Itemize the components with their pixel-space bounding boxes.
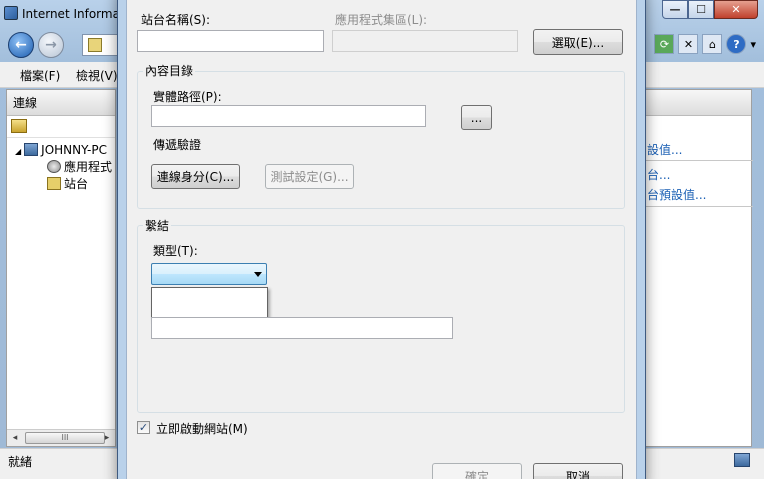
stop-icon[interactable]: ✕ bbox=[678, 34, 699, 54]
action-link-settings[interactable]: 設值... bbox=[647, 141, 682, 158]
app-pool-label: 應用程式集區(L): bbox=[335, 13, 428, 27]
window-title: Internet Informa bbox=[4, 4, 120, 24]
site-name-label: 站台名稱(S): bbox=[141, 13, 211, 27]
site-icon bbox=[88, 38, 102, 52]
menu-view[interactable]: 檢視(V) bbox=[76, 67, 118, 84]
tree-node-sites[interactable]: 站台 bbox=[7, 176, 115, 193]
home-icon[interactable]: ⌂ bbox=[702, 34, 723, 54]
scroll-right-icon[interactable]: ▸ bbox=[99, 430, 115, 446]
refresh-icon[interactable]: ⟳ bbox=[654, 34, 675, 54]
actions-pane: 設值... 台... 台預設值... bbox=[640, 89, 753, 447]
close-window-button[interactable]: ✕ bbox=[714, 0, 758, 19]
connections-pane: 連線 ◢ JOHNNY-PC 應用程式 站台 ◂ III ▸ bbox=[6, 89, 116, 447]
tree-node-label: 站台 bbox=[64, 177, 89, 191]
server-icon bbox=[24, 143, 39, 156]
help-dropdown-icon[interactable]: ▾ bbox=[750, 38, 756, 51]
create-connection-icon[interactable] bbox=[11, 119, 27, 133]
scroll-thumb[interactable]: III bbox=[25, 432, 105, 444]
connections-header: 連線 bbox=[7, 90, 115, 116]
window-controls: — ☐ ✕ bbox=[662, 0, 758, 19]
forward-button[interactable]: → bbox=[38, 32, 64, 58]
network-status-icon bbox=[734, 453, 750, 467]
window-title-text: Internet Informa bbox=[22, 7, 120, 21]
maximize-button[interactable]: ☐ bbox=[688, 0, 714, 19]
sites-folder-icon bbox=[47, 177, 61, 190]
app-pool-icon bbox=[47, 160, 61, 173]
browse-path-button[interactable]: ... bbox=[461, 105, 492, 130]
select-app-pool-button[interactable]: 選取(E)... bbox=[533, 29, 623, 55]
start-website-checkbox[interactable]: ✓ bbox=[137, 421, 150, 434]
tree-node-label: 應用程式 bbox=[64, 160, 113, 174]
site-name-input[interactable] bbox=[137, 30, 324, 52]
connections-tree: ◢ JOHNNY-PC 應用程式 站台 bbox=[7, 138, 115, 193]
action-link-sites[interactable]: 台... bbox=[647, 166, 670, 183]
scroll-left-icon[interactable]: ◂ bbox=[7, 430, 23, 446]
ok-button: 確定 bbox=[432, 463, 522, 479]
host-name-input[interactable] bbox=[151, 317, 453, 339]
tree-node-label: JOHNNY-PC bbox=[41, 143, 107, 157]
app-pool-field bbox=[332, 30, 518, 52]
actions-header bbox=[641, 90, 751, 116]
toolbar-icons: ⟳ ✕ ⌂ ? ▾ bbox=[654, 34, 756, 54]
tree-node-server[interactable]: ◢ JOHNNY-PC bbox=[7, 142, 115, 159]
content-directory-title: 內容目錄 bbox=[143, 62, 196, 79]
menu-file[interactable]: 檔案(F) bbox=[20, 67, 60, 84]
dialog-body: 站台名稱(S): 應用程式集區(L): 選取(E)... 內容目錄 實體路徑(P… bbox=[126, 0, 637, 479]
help-icon[interactable]: ? bbox=[726, 34, 747, 54]
type-label: 類型(T): bbox=[153, 244, 198, 258]
test-settings-button: 測試設定(G)... bbox=[265, 164, 354, 189]
horizontal-scrollbar[interactable]: ◂ III ▸ bbox=[7, 429, 115, 446]
physical-path-label: 實體路徑(P): bbox=[153, 90, 222, 104]
chevron-down-icon bbox=[254, 272, 262, 277]
physical-path-input[interactable] bbox=[151, 105, 426, 127]
add-website-dialog: 站台名稱(S): 應用程式集區(L): 選取(E)... 內容目錄 實體路徑(P… bbox=[117, 0, 646, 479]
type-select[interactable] bbox=[151, 263, 267, 285]
pass-through-auth-label: 傳遞驗證 bbox=[153, 138, 202, 152]
actions-divider bbox=[641, 206, 753, 207]
connect-as-button[interactable]: 連線身分(C)... bbox=[151, 164, 240, 189]
binding-title: 繫結 bbox=[143, 217, 172, 234]
tree-expander-icon[interactable]: ◢ bbox=[15, 147, 21, 156]
status-text: 就緒 bbox=[8, 455, 33, 469]
tree-node-app-pools[interactable]: 應用程式 bbox=[7, 159, 115, 176]
action-link-site-defaults[interactable]: 台預設值... bbox=[647, 186, 706, 203]
type-dropdown-list[interactable] bbox=[151, 287, 268, 321]
connections-toolbar bbox=[7, 116, 115, 138]
back-button[interactable]: ← bbox=[8, 32, 34, 58]
cancel-button[interactable]: 取消 bbox=[533, 463, 623, 479]
actions-divider bbox=[641, 160, 753, 161]
minimize-button[interactable]: — bbox=[662, 0, 688, 19]
iis-app-icon bbox=[4, 6, 18, 20]
start-website-label: 立即啟動網站(M) bbox=[156, 422, 248, 436]
